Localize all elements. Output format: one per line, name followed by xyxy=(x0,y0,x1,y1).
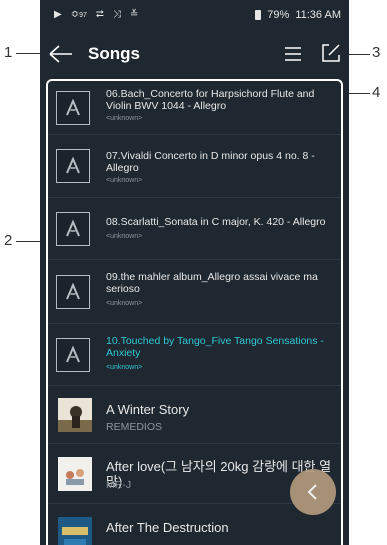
callout-1: 1 xyxy=(4,44,13,61)
shuffle-icon: ⤨ xyxy=(112,9,121,20)
song-artist: <unknown> xyxy=(106,115,143,122)
chevron-left-icon xyxy=(307,484,317,500)
album-art-winter-story xyxy=(58,398,92,432)
album-logo-icon xyxy=(56,275,90,309)
equalizer-icon: ≚ xyxy=(129,9,139,20)
song-title: 06.Bach_Concerto for Harpsichord Flute a… xyxy=(106,88,315,112)
album-art-after-the-destruction xyxy=(58,517,92,545)
song-artist: <unknown> xyxy=(106,233,143,240)
callout-3: 3 xyxy=(372,44,381,61)
album-logo-icon xyxy=(56,212,90,246)
wifi-icon: ≎97 xyxy=(70,9,87,20)
song-title: 08.Scarlatti_Sonata in C major, K. 420 -… xyxy=(106,216,326,228)
song-artist: REMEDIOS xyxy=(106,421,163,433)
battery-icon xyxy=(255,10,262,20)
album-logo-icon xyxy=(56,338,90,372)
song-row[interactable]: 09.the mahler album_Allegro assai vivace… xyxy=(48,260,341,324)
menu-icon[interactable] xyxy=(284,44,302,64)
song-artist: <unknown> xyxy=(106,364,143,371)
callout-4: 4 xyxy=(372,84,381,101)
song-row[interactable]: 07.Vivaldi Concerto in D minor opus 4 no… xyxy=(48,135,341,198)
song-title: After The Destruction xyxy=(106,520,229,535)
play-icon: ▶ xyxy=(54,9,62,20)
song-row[interactable]: 08.Scarlatti_Sonata in C major, K. 420 -… xyxy=(48,198,341,260)
collapse-button[interactable] xyxy=(290,469,336,515)
song-artist: MR-J xyxy=(106,479,132,491)
app-bar: Songs xyxy=(40,32,349,76)
device-screen: ▶ ≎97 ⮂ ⤨ ≚ 79% 11:36 AM Songs 06.Bach_C… xyxy=(40,0,349,545)
song-title: A Winter Story xyxy=(106,402,190,417)
page-title: Songs xyxy=(88,44,140,63)
clock: 11:36 AM xyxy=(295,9,341,21)
song-row-playing[interactable]: 10.Touched by Tango_Five Tango Sensation… xyxy=(48,324,341,386)
song-row[interactable]: A Winter Story REMEDIOS xyxy=(48,386,341,444)
song-title: 07.Vivaldi Concerto in D minor opus 4 no… xyxy=(106,150,315,174)
battery-level: 79% xyxy=(267,9,290,21)
callout-2: 2 xyxy=(4,232,13,249)
album-logo-icon xyxy=(56,149,90,183)
edit-icon[interactable] xyxy=(320,42,342,64)
song-row[interactable]: After The Destruction xyxy=(48,504,341,545)
repeat-icon: ⮂ xyxy=(95,9,104,20)
song-title: 09.the mahler album_Allegro assai vivace… xyxy=(106,271,318,295)
status-bar: ▶ ≎97 ⮂ ⤨ ≚ 79% 11:36 AM xyxy=(40,0,349,32)
song-artist: <unknown> xyxy=(106,177,143,184)
album-art-after-love xyxy=(58,457,92,491)
song-artist: <unknown> xyxy=(106,300,143,307)
album-logo-icon xyxy=(56,91,90,125)
back-arrow-icon[interactable] xyxy=(46,42,74,66)
song-row[interactable]: 06.Bach_Concerto for Harpsichord Flute a… xyxy=(48,81,341,135)
song-title: 10.Touched by Tango_Five Tango Sensation… xyxy=(106,335,324,359)
wifi-label: 97 xyxy=(79,12,87,19)
